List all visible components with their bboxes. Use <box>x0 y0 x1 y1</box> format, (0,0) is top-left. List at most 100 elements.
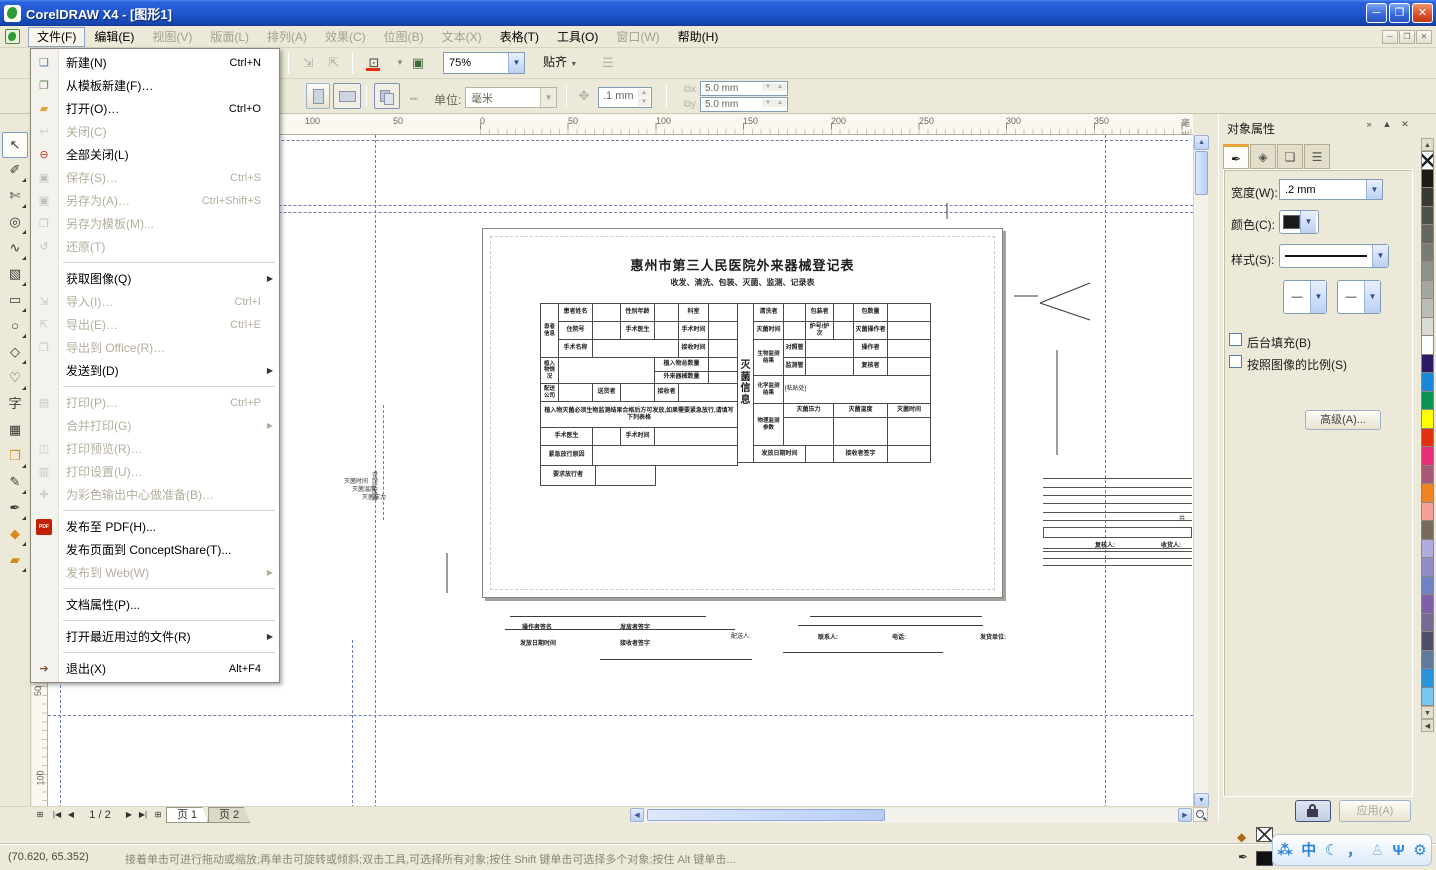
ime-paw-icon[interactable]: ⁂ <box>1277 843 1292 858</box>
menubar-item-edit[interactable]: 编辑(E) <box>85 27 143 47</box>
arrowhead-combo-arrow-icon[interactable]: ▼ <box>1310 281 1326 313</box>
outline-width-combo[interactable]: .2 mm ▼ <box>1279 179 1383 200</box>
scale-with-image-checkbox[interactable] <box>1229 355 1242 368</box>
palette-swatch[interactable] <box>1421 188 1434 207</box>
add-page-button[interactable]: ⊞ <box>33 808 47 822</box>
advanced-button[interactable]: 高级(A)... <box>1305 410 1381 430</box>
start-arrowhead-combo[interactable]: — ▼ <box>1283 280 1327 314</box>
zoom-tool[interactable]: ◎ <box>2 210 28 236</box>
tab-summary[interactable]: ☰ <box>1304 144 1330 169</box>
all-pages-button[interactable] <box>374 83 400 109</box>
zoom-combo-arrow-icon[interactable]: ▼ <box>508 53 524 73</box>
ime-punctuation-icon[interactable]: ， <box>1347 843 1362 858</box>
fill-tool[interactable]: ◆ <box>2 522 28 548</box>
scroll-right-icon[interactable]: ▶ <box>1178 808 1192 822</box>
palette-swatch[interactable] <box>1421 447 1434 466</box>
duplicate-distance-y-spinner[interactable]: 5.0 mm ▼ ▲ <box>700 97 788 112</box>
outline-style-comb[interactable]: ▼ <box>1279 244 1389 268</box>
outline-pen-tool[interactable]: ✒ <box>2 496 28 522</box>
palette-swatch[interactable] <box>1421 281 1434 300</box>
docker-collapse-icon[interactable]: ▲ <box>1380 119 1394 129</box>
horizontal-scrollbar[interactable]: ◀ ▶ <box>630 808 1193 823</box>
docker-close-icon[interactable]: ✕ <box>1398 119 1412 130</box>
palette-swatch[interactable] <box>1421 410 1434 429</box>
zoom-corner-button[interactable] <box>1193 807 1208 822</box>
restore-button[interactable]: ❐ <box>1389 3 1410 23</box>
doc-minimize-button[interactable]: ─ <box>1382 30 1398 44</box>
palette-no-color-swatch[interactable] <box>1421 151 1434 170</box>
palette-swatch[interactable] <box>1421 170 1434 189</box>
palette-swatch[interactable] <box>1421 521 1434 540</box>
ime-user-icon[interactable]: ♙ <box>1370 843 1383 858</box>
palette-swatch[interactable] <box>1421 429 1434 448</box>
palette-swatch[interactable] <box>1421 577 1434 596</box>
palette-flyout-icon[interactable]: ◀ <box>1421 719 1434 732</box>
palette-swatch[interactable] <box>1421 503 1434 522</box>
pick-tool[interactable]: ↖ <box>2 132 28 158</box>
palette-swatch[interactable] <box>1421 688 1434 707</box>
smart-fill-tool[interactable]: ▧ <box>2 262 28 288</box>
palette-swatch[interactable] <box>1421 669 1434 688</box>
vertical-scroll-thumb[interactable] <box>1195 151 1208 195</box>
file-menu-item-publish-to-pdf[interactable]: PDF发布至 PDF(H)... <box>31 515 279 538</box>
vertical-scrollbar[interactable]: ▲ ▼ <box>1193 135 1208 808</box>
nudge-offset-spinner[interactable]: .1 mm ▲ ▼ <box>598 87 652 108</box>
previous-page-button[interactable]: ◀ <box>64 808 78 822</box>
palette-swatch[interactable] <box>1421 466 1434 485</box>
welcome-screen-icon[interactable]: ▣ <box>406 52 430 74</box>
file-menu-item-acquire-image[interactable]: 获取图像(Q)▶ <box>31 267 279 290</box>
palette-scroll-up-icon[interactable]: ▲ <box>1421 138 1434 151</box>
zoom-level-combo[interactable]: 75% ▼ <box>443 52 525 74</box>
tab-outline[interactable]: ✒ <box>1223 144 1249 169</box>
scroll-up-icon[interactable]: ▲ <box>1194 135 1209 150</box>
palette-swatch[interactable] <box>1421 336 1434 355</box>
file-menu-item-publish-to-conceptshare[interactable]: 发布页面到 ConceptShare(T)... <box>31 538 279 561</box>
shape-tool[interactable]: ✐ <box>2 158 28 184</box>
interactive-fill-tool[interactable]: ▰ <box>2 548 28 574</box>
add-page-button[interactable]: ⊞ <box>151 808 165 822</box>
tab-page[interactable]: ❏ <box>1277 144 1303 169</box>
ime-chinese-mode-icon[interactable]: 中 <box>1301 843 1316 858</box>
palette-swatch[interactable] <box>1421 540 1434 559</box>
palette-swatch[interactable] <box>1421 651 1434 670</box>
palette-swatch[interactable] <box>1421 558 1434 577</box>
palette-swatch[interactable] <box>1421 318 1434 337</box>
palette-swatch[interactable] <box>1421 614 1434 633</box>
outline-color-picker[interactable]: ▼ <box>1279 210 1319 234</box>
freehand-tool[interactable]: ∿ <box>2 236 28 262</box>
docker-chevron-icon[interactable]: » <box>1362 119 1376 129</box>
polygon-tool[interactable]: ◇ <box>2 340 28 366</box>
color-combo-arrow-icon[interactable]: ▼ <box>1300 211 1316 233</box>
menubar-item-tools[interactable]: 工具(O) <box>548 27 607 47</box>
width-combo-arrow-icon[interactable]: ▼ <box>1366 180 1382 199</box>
next-page-button[interactable]: ▶ <box>122 808 136 822</box>
interactive-blend-tool[interactable]: ❒ <box>2 444 28 470</box>
ime-moon-icon[interactable]: ☾ <box>1325 843 1338 858</box>
menubar-item-file[interactable]: 文件(F) <box>28 27 85 47</box>
behind-fill-checkbox[interactable] <box>1229 333 1242 346</box>
file-menu-item-new[interactable]: ❏新建(N)Ctrl+N <box>31 51 279 74</box>
page-tab-page-2[interactable]: 页 2 <box>208 807 250 823</box>
ime-mic-icon[interactable]: Ψ <box>1392 843 1404 858</box>
table-tool[interactable]: ▦ <box>2 418 28 444</box>
ime-settings-icon[interactable]: ⚙ <box>1413 843 1426 858</box>
menubar-item-table[interactable]: 表格(T) <box>491 27 548 47</box>
arrowhead-combo-arrow-icon[interactable]: ▼ <box>1364 281 1380 313</box>
doc-close-button[interactable]: ✕ <box>1416 30 1432 44</box>
palette-swatch[interactable] <box>1421 244 1434 263</box>
file-menu-item-new-from-template[interactable]: ❐从模板新建(F)… <box>31 74 279 97</box>
scroll-left-icon[interactable]: ◀ <box>630 808 644 822</box>
palette-swatch[interactable] <box>1421 299 1434 318</box>
application-launcher-icon[interactable]: ⊡ <box>362 52 386 74</box>
palette-swatch[interactable] <box>1421 484 1434 503</box>
palette-swatch[interactable] <box>1421 392 1434 411</box>
ellipse-tool[interactable]: ○ <box>2 314 28 340</box>
palette-swatch[interactable] <box>1421 595 1434 614</box>
palette-swatch[interactable] <box>1421 373 1434 392</box>
horizontal-scroll-thumb[interactable] <box>647 809 885 821</box>
file-menu-item-document-properties[interactable]: 文档属性(P)... <box>31 593 279 616</box>
last-page-button[interactable]: ▶| <box>136 808 150 822</box>
rectangle-tool[interactable]: ▭ <box>2 288 28 314</box>
file-menu-item-close-all[interactable]: ⊖全部关闭(L) <box>31 143 279 166</box>
file-menu-item-open[interactable]: ▰打开(O)…Ctrl+O <box>31 97 279 120</box>
